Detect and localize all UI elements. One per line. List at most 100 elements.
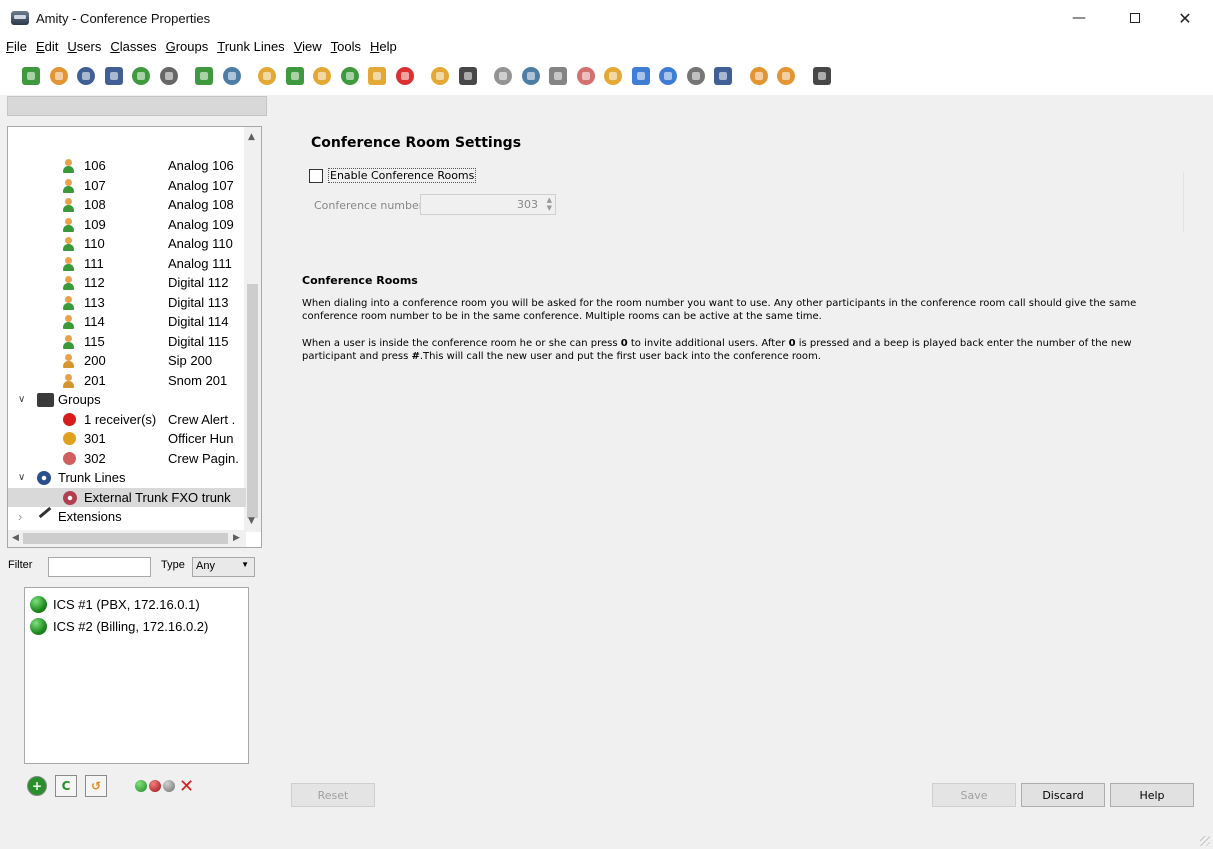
user-icon [63,256,74,271]
maximize-button[interactable] [1112,0,1158,36]
tree-user-item[interactable]: 111 Analog 111 [8,254,246,274]
close-button[interactable]: ✕ [1162,0,1208,36]
add-group-icon[interactable] [255,64,279,88]
back-icon[interactable] [747,64,771,88]
call-pickup-icon[interactable] [283,64,307,88]
tree-user-item[interactable]: 110 Analog 110 [8,234,246,254]
server-item[interactable]: ICS #2 (Billing, 172.16.0.2) [30,618,208,635]
grey-status-icon [163,780,175,792]
tree-user-item[interactable]: 201 Snom 201 [8,371,246,391]
user-icon [63,315,74,329]
link-icon[interactable] [629,64,653,88]
paging-2-icon[interactable] [365,64,389,88]
print-icon[interactable] [157,64,181,88]
menu-trunk-lines[interactable]: Trunk Lines [217,39,284,54]
save-button[interactable]: Save [932,783,1016,807]
upload-icon[interactable] [656,64,680,88]
add-users-icon[interactable] [428,64,452,88]
minimize-button[interactable]: — [1056,0,1102,36]
gear-icon[interactable] [546,64,570,88]
chevron-right-icon[interactable]: › [18,509,22,524]
menu-view[interactable]: View [294,39,322,54]
tree-group-item[interactable]: 301 Officer Hun [8,429,246,449]
enable-conference-label[interactable]: Enable Conference Rooms [328,168,477,183]
tree-user-item[interactable]: 107 Analog 107 [8,176,246,196]
tree-category[interactable]: ∨ Groups [8,390,246,410]
undo-icon[interactable]: ↺ [85,775,107,797]
scroll-down-icon[interactable]: ▼ [248,516,255,526]
tree-horizontal-scrollbar[interactable]: ◀ ▶ [8,530,246,547]
discard-button[interactable]: Discard [1021,783,1105,807]
hunt-group-icon[interactable] [310,64,334,88]
menu-classes[interactable]: Classes [110,39,156,54]
user-icon [63,373,74,388]
paging-icon[interactable] [338,64,362,88]
tree-user-item[interactable]: 113 Digital 113 [8,293,246,313]
save-as-icon[interactable] [102,64,126,88]
scroll-right-icon[interactable]: ▶ [233,533,240,543]
add-server-icon[interactable]: + [27,776,47,796]
status-online-icon [30,596,47,613]
menu-tools[interactable]: Tools [331,39,361,54]
scroll-up-icon[interactable]: ▲ [248,132,255,142]
menu-groups[interactable]: Groups [166,39,209,54]
scroll-left-icon[interactable]: ◀ [12,533,19,543]
record-icon[interactable] [574,64,598,88]
tree-vertical-scrollbar[interactable]: ▲ ▼ [244,127,261,532]
settings-title: Conference Room Settings [311,135,522,151]
delete-icon[interactable]: ✕ [179,776,194,797]
dot-icon[interactable] [491,64,515,88]
tools-icon[interactable] [684,64,708,88]
user-number: 200 [84,353,106,369]
tree-user-item[interactable]: 115 Digital 115 [8,332,246,352]
save-icon[interactable] [74,64,98,88]
new-icon[interactable] [19,64,43,88]
resize-grip[interactable] [1200,836,1210,846]
tree-category[interactable]: › Extensions [8,506,246,527]
export-icon[interactable] [129,64,153,88]
menu-help[interactable]: Help [370,39,397,54]
user-name: Analog 109 [168,216,234,232]
chevron-down-icon[interactable]: ∨ [18,394,25,405]
menu-edit[interactable]: Edit [36,39,58,54]
filter-input[interactable] [48,557,151,577]
menu-users[interactable]: Users [67,39,101,54]
menu-file[interactable]: File [6,39,27,54]
phonebook-icon[interactable] [456,64,480,88]
add-sound-icon[interactable] [519,64,543,88]
server-item[interactable]: ICS #1 (PBX, 172.16.0.1) [30,596,200,613]
refresh-icon[interactable]: C [55,775,77,797]
user-settings-icon[interactable] [220,64,244,88]
configuration-tree[interactable]: ▲ ▼ ◀ ▶ 106 Analog 106 107 Analog 107 108 Ana… [7,126,262,548]
trunk-icon[interactable] [711,64,735,88]
server-icon[interactable] [810,64,834,88]
tree-user-item[interactable]: 108 Analog 108 [8,195,246,215]
chevron-down-icon[interactable]: ∨ [18,472,25,483]
tree-user-item[interactable]: 112 Digital 112 [8,273,246,293]
alert-icon[interactable] [393,64,417,88]
tree-group-item[interactable]: 1 receiver(s) Crew Alert . [8,410,246,430]
tree-user-item[interactable]: 200 Sip 200 [8,351,246,371]
tree-user-item[interactable]: 106 Analog 106 [8,156,246,176]
tree-vscroll-thumb[interactable] [247,284,258,518]
tree-header [7,96,267,116]
forward-icon[interactable] [774,64,798,88]
tree-user-item[interactable]: 109 Analog 109 [8,215,246,235]
status-online-icon [30,618,47,635]
filter-label: Filter [8,559,33,571]
open-folder-icon[interactable] [47,64,71,88]
tree-hscroll-thumb[interactable] [23,533,228,544]
add-user-icon[interactable] [192,64,216,88]
conference-number-spinner[interactable]: 303 ▲ ▼ [420,194,556,215]
reset-button[interactable]: Reset [291,783,375,807]
user-number: 106 [84,158,106,174]
users-icon[interactable] [601,64,625,88]
help-button[interactable]: Help [1110,783,1194,807]
tree-category[interactable]: ∨ Trunk Lines [8,468,246,488]
enable-conference-checkbox[interactable] [309,169,323,183]
tree-group-item[interactable]: 302 Crew Pagin. [8,449,246,469]
spinner-arrows-icon[interactable]: ▲ ▼ [547,196,552,212]
tree-user-item[interactable]: 114 Digital 114 [8,312,246,332]
type-select[interactable]: Any ▼ [192,557,255,577]
tree-trunk-item[interactable]: External Trunk FXO trunk [8,487,246,507]
